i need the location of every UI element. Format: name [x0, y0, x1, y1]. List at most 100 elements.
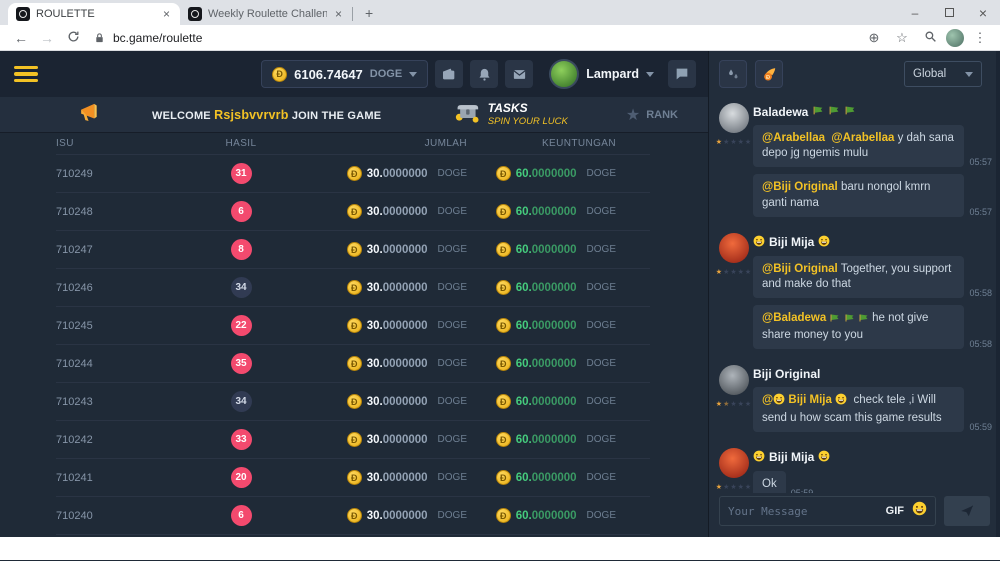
table-row[interactable]: 710248 6 Ð30.0000000DOGE Ð60.0000000DOGE [56, 193, 650, 231]
star-rating: ★★★★★ [716, 400, 752, 408]
table-row[interactable]: 710242 33 Ð30.0000000DOGE Ð60.0000000DOG… [56, 421, 650, 459]
browser-profile-avatar[interactable] [946, 29, 964, 47]
tab-weekly-challenge[interactable]: Weekly Roulette Challenge - Win × [180, 3, 352, 25]
chat-message: @ Biji Mija check tele ,i Will send u ho… [753, 387, 992, 431]
minimize-button[interactable]: – [898, 6, 932, 20]
chevron-down-icon [646, 72, 654, 77]
chat-panel: Ð Global ★★★★★ Baladew [708, 51, 1000, 537]
message-time: 05:59 [969, 422, 992, 432]
chat-message-group: ★★★★★ Biji Mija Ok 05:59 [715, 448, 992, 493]
refresh-icon[interactable] [60, 30, 86, 46]
tab-roulette[interactable]: ROULETTE × [8, 3, 180, 25]
tasks-subtitle: SPIN YOUR LUCK [488, 116, 568, 127]
mention[interactable]: Biji Mija [788, 394, 831, 406]
doge-coin-icon: Ð [496, 280, 511, 295]
wallet-button[interactable] [435, 60, 463, 88]
chevron-down-icon [965, 72, 973, 77]
flag-icon [812, 105, 824, 119]
lock-icon [94, 32, 105, 44]
chat-input-bar: GIF [709, 493, 1000, 537]
doge-coin-icon: Ð [496, 318, 511, 333]
menu-icon[interactable] [14, 66, 38, 83]
page-bottom-gap [0, 537, 1000, 560]
doge-coin-icon: Ð [347, 318, 362, 333]
avatar[interactable] [719, 448, 749, 478]
bookmark-star-icon[interactable]: ☆ [890, 30, 914, 46]
search-icon[interactable] [918, 30, 942, 46]
chat-username[interactable]: Biji Mija [769, 235, 814, 249]
round-id: 710242 [56, 434, 186, 446]
welcome-username: Rsjsbvvrvrb [214, 108, 288, 122]
maximize-button[interactable] [932, 6, 966, 20]
svg-text:Ð: Ð [766, 74, 770, 80]
tab-close-icon[interactable]: × [333, 7, 344, 21]
chat-messages: ★★★★★ Baladewa @Arabellaa @Arabellaa y d… [709, 97, 1000, 493]
chat-username[interactable]: Biji Original [753, 367, 820, 381]
doge-coin-icon: Ð [496, 356, 511, 371]
tasks-widget[interactable]: TASKS SPIN YOUR LUCK [454, 100, 568, 129]
mail-button[interactable] [505, 60, 533, 88]
user-menu[interactable]: Lampard [549, 59, 654, 89]
avatar[interactable] [719, 233, 749, 263]
back-icon[interactable]: ← [8, 30, 34, 46]
mention[interactable]: @Baladewa [762, 312, 826, 324]
coin-drop-button[interactable]: Ð [755, 60, 783, 88]
table-row[interactable]: 710249 31 Ð30.0000000DOGE Ð60.0000000DOG… [56, 155, 650, 193]
mention[interactable]: @Arabellaa [831, 132, 894, 144]
avatar[interactable] [719, 103, 749, 133]
close-button[interactable]: × [966, 5, 1000, 21]
browser-toolbar: ← → bc.game/roulette ⊕ ☆ ⋮ [0, 25, 1000, 51]
send-button[interactable] [944, 496, 990, 526]
gif-button[interactable]: GIF [886, 505, 904, 517]
chat-username[interactable]: Biji Mija [769, 450, 814, 464]
mention[interactable]: @Biji Original [762, 181, 838, 193]
chat-message: @Baladewa he not give share money to you… [753, 305, 992, 349]
chat-message-group: ★★★★★ Biji Mija @Biji Original Together,… [715, 233, 992, 357]
mention[interactable]: @ [762, 394, 773, 406]
table-row[interactable]: 710245 22 Ð30.0000000DOGE Ð60.0000000DOG… [56, 307, 650, 345]
doge-coin-icon: Ð [347, 394, 362, 409]
chrome-menu-icon[interactable]: ⋮ [968, 30, 992, 46]
message-input[interactable] [728, 505, 878, 518]
forward-icon[interactable]: → [34, 30, 60, 46]
rank-widget[interactable]: ★ RANK [626, 105, 678, 125]
circle-plus-icon[interactable]: ⊕ [862, 30, 886, 46]
treasure-chest-icon [454, 100, 480, 129]
mention[interactable]: @Arabellaa [762, 132, 825, 144]
chat-message-group: ★★★★★ Baladewa @Arabellaa @Arabellaa y d… [715, 103, 992, 224]
mention[interactable]: @Biji Original [762, 263, 838, 275]
table-row[interactable]: 710247 8 Ð30.0000000DOGE Ð60.0000000DOGE [56, 231, 650, 269]
col-keuntungan: KEUNTUNGAN [542, 138, 650, 149]
round-id: 710248 [56, 206, 186, 218]
chat-username[interactable]: Baladewa [753, 105, 808, 119]
new-tab-button[interactable]: + [353, 5, 385, 25]
results-table: ISU HASIL JUMLAH KEUNTUNGAN 710249 31 Ð3… [56, 133, 650, 535]
rain-button[interactable] [719, 60, 747, 88]
doge-coin-icon: Ð [347, 470, 362, 485]
result-badge: 8 [231, 239, 252, 260]
doge-coin-icon: Ð [347, 356, 362, 371]
table-row[interactable]: 710240 6 Ð30.0000000DOGE Ð60.0000000DOGE [56, 497, 650, 535]
chat-channel-select[interactable]: Global [904, 61, 982, 87]
flag-icon [858, 313, 869, 328]
table-row[interactable]: 710243 34 Ð30.0000000DOGE Ð60.0000000DOG… [56, 383, 650, 421]
chat-toggle-button[interactable] [668, 60, 696, 88]
address-bar[interactable]: bc.game/roulette [86, 28, 862, 48]
flag-icon [844, 313, 855, 328]
balance-amount: 6106.74647 [294, 67, 363, 82]
tab-close-icon[interactable]: × [161, 7, 172, 21]
window-controls: – × [898, 0, 1000, 25]
avatar[interactable] [719, 365, 749, 395]
emoji-picker-icon[interactable] [912, 501, 927, 521]
round-id: 710246 [56, 282, 186, 294]
chat-scrollbar[interactable] [996, 51, 1000, 537]
site-favicon [188, 7, 202, 21]
table-row[interactable]: 710241 20 Ð30.0000000DOGE Ð60.0000000DOG… [56, 459, 650, 497]
doge-coin-icon: Ð [496, 432, 511, 447]
message-inputbox[interactable]: GIF [719, 496, 936, 526]
balance-selector[interactable]: Ð 6106.74647 DOGE [261, 60, 428, 88]
table-row[interactable]: 710244 35 Ð30.0000000DOGE Ð60.0000000DOG… [56, 345, 650, 383]
notifications-bell-button[interactable] [470, 60, 498, 88]
table-row[interactable]: 710246 34 Ð30.0000000DOGE Ð60.0000000DOG… [56, 269, 650, 307]
flag-icon [828, 105, 840, 119]
